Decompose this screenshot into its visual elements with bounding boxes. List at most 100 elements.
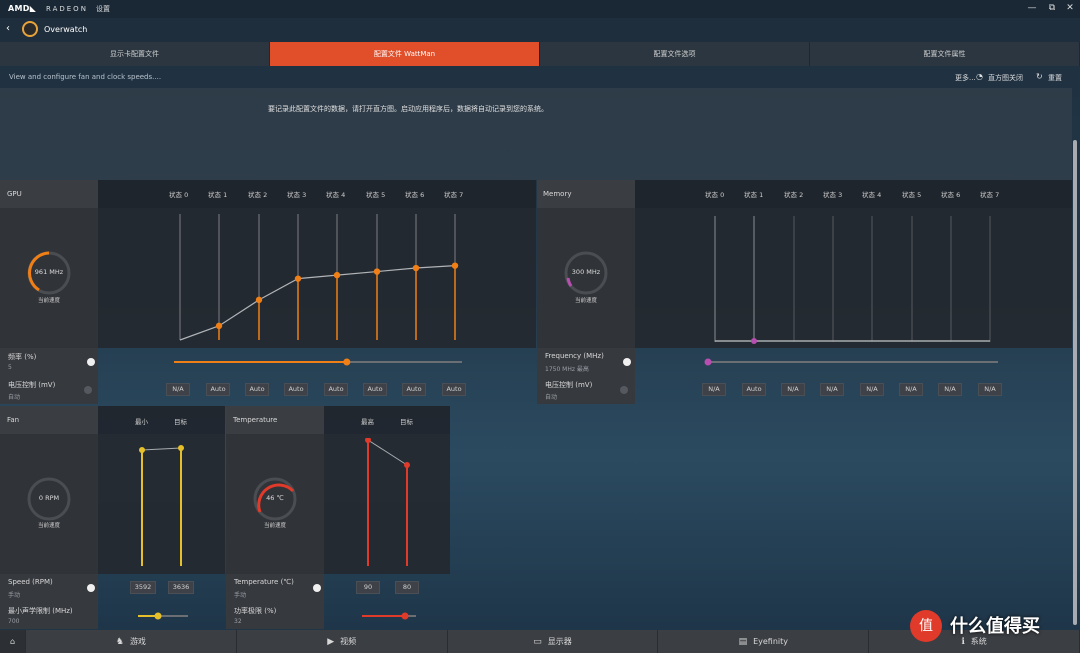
close-button[interactable]: ✕ (1063, 2, 1077, 14)
tab-wattman[interactable]: 配置文件 WattMan (270, 42, 540, 66)
memory-state-label: 状态 5 (902, 191, 922, 199)
memory-freq-toggle[interactable] (623, 358, 631, 366)
watermark-text: 什么值得买 (950, 616, 1040, 637)
gauge-icon: ◔ (976, 72, 983, 81)
nav-eyefinity[interactable]: ▤ Eyefinity (658, 630, 870, 653)
tab-gpu-profile[interactable]: 显示卡配置文件 (0, 42, 270, 66)
gpu-volt-label: 电压控制 (mV) (8, 381, 56, 389)
fan-target-point (178, 445, 184, 451)
gpu-state-label: 状态 6 (405, 191, 425, 199)
fan-states-header (98, 406, 225, 434)
temp-curve[interactable] (354, 438, 424, 570)
gpu-clock-curve[interactable] (170, 212, 470, 344)
gpu-volt-toggle[interactable] (84, 386, 92, 394)
memory-volt-box[interactable]: N/A (938, 383, 962, 396)
back-arrow-icon[interactable]: ‹ (6, 23, 10, 34)
gpu-state-label: 状态 2 (248, 191, 268, 199)
fan-min-label: 最小 (135, 418, 148, 426)
reset-button[interactable]: 重置 (1048, 73, 1062, 83)
memory-clock-curve[interactable] (705, 212, 1005, 344)
temp-max-box[interactable]: 90 (356, 581, 380, 594)
gpu-state-label: 状态 7 (444, 191, 464, 199)
power-label: 功率极限 (%) (234, 607, 277, 615)
gpu-freq-toggle[interactable] (87, 358, 95, 366)
memory-volt-toggle[interactable] (620, 386, 628, 394)
gpu-state-label: 状态 4 (326, 191, 346, 199)
power-value: 32 (234, 618, 242, 625)
scrollbar-thumb[interactable] (1073, 140, 1077, 625)
gpu-volt-box[interactable]: Auto (284, 383, 308, 396)
memory-volt-box[interactable]: N/A (702, 383, 726, 396)
fan-speed-value: 手动 (8, 592, 21, 599)
nav-display-label: 显示器 (547, 637, 572, 646)
gpu-volt-box[interactable]: Auto (206, 383, 230, 396)
gpu-state-point (373, 268, 381, 275)
gpu-state-point (294, 275, 302, 282)
restore-button[interactable]: ⧉ (1045, 2, 1059, 14)
temp-max-point (365, 438, 371, 443)
gpu-volt-value: 自动 (8, 394, 21, 401)
fan-min-rpm-box[interactable]: 3592 (130, 581, 156, 594)
gpu-volt-box[interactable]: Auto (363, 383, 387, 396)
memory-freq-label: Frequency (MHz) (545, 352, 604, 360)
game-title: Overwatch (44, 25, 88, 34)
fan-target-rpm-box[interactable]: 3636 (168, 581, 194, 594)
fan-curve[interactable] (128, 438, 198, 570)
amd-logo: AMD◣ (8, 4, 37, 13)
gpu-state-label: 状态 3 (287, 191, 307, 199)
memory-gauge-value: 300 MHz (571, 268, 601, 276)
gpu-state-point (333, 271, 341, 279)
temp-target-box[interactable]: 80 (395, 581, 419, 594)
memory-state-label: 状态 1 (744, 191, 764, 199)
memory-state-label: 状态 4 (862, 191, 882, 199)
profile-tabs: 显示卡配置文件 配置文件 WattMan 配置文件选项 配置文件属性 (0, 42, 1080, 66)
memory-volt-box[interactable]: N/A (781, 383, 805, 396)
histogram-toggle[interactable]: 直方图关闭 (988, 73, 1023, 83)
gpu-state-label: 状态 0 (169, 191, 189, 199)
gpu-volt-box[interactable]: Auto (402, 383, 426, 396)
gamepad-icon: ♞ (115, 636, 124, 647)
memory-volt-box[interactable]: N/A (899, 383, 923, 396)
more-link[interactable]: 更多... (955, 73, 976, 83)
memory-volt-box[interactable]: N/A (820, 383, 844, 396)
radeon-wordmark: RADEON (46, 5, 88, 13)
memory-volt-box[interactable]: Auto (742, 383, 766, 396)
gpu-volt-box[interactable]: Auto (442, 383, 466, 396)
memory-states-header (635, 180, 1072, 208)
memory-volt-box[interactable]: N/A (860, 383, 884, 396)
temp-label: Temperature (℃) (234, 578, 294, 586)
temp-toggle[interactable] (313, 584, 321, 592)
memory-freq-slider[interactable] (704, 356, 1000, 368)
gpu-states-header (98, 180, 536, 208)
fan-acoustic-slider[interactable] (136, 610, 190, 622)
power-limit-slider[interactable] (360, 610, 418, 622)
memory-volt-value: 自动 (545, 394, 558, 401)
tab-profile-options[interactable]: 配置文件选项 (540, 42, 810, 66)
gpu-title: GPU (7, 190, 22, 198)
nav-eyefinity-label: Eyefinity (753, 637, 788, 646)
gpu-volt-box[interactable]: Auto (324, 383, 348, 396)
gpu-state-label: 状态 5 (366, 191, 386, 199)
temp-mode-value: 手动 (234, 592, 247, 599)
gpu-curve-line (179, 265, 456, 341)
nav-display[interactable]: ▭ 显示器 (448, 630, 659, 653)
temp-states-header (324, 406, 450, 434)
info-text: View and configure fan and clock speeds.… (9, 73, 162, 81)
tab-profile-properties[interactable]: 配置文件属性 (810, 42, 1080, 66)
fan-acoustic-value: 700 (8, 618, 20, 625)
home-button[interactable]: ⌂ (0, 630, 26, 653)
gpu-volt-box[interactable]: N/A (166, 383, 190, 396)
fan-speed-label: Speed (RPM) (8, 578, 53, 586)
gpu-volt-box[interactable]: Auto (245, 383, 269, 396)
memory-state1-point (751, 338, 757, 344)
nav-gaming[interactable]: ♞ 游戏 (26, 630, 237, 653)
memory-state-label: 状态 7 (980, 191, 1000, 199)
memory-volt-box[interactable]: N/A (978, 383, 1002, 396)
gpu-gauge-caption: 当前速度 (37, 298, 60, 304)
gpu-freq-slider[interactable] (170, 356, 466, 368)
fan-speed-toggle[interactable] (87, 584, 95, 592)
minimize-button[interactable]: — (1025, 2, 1039, 14)
temp-gauge-caption: 当前速度 (263, 523, 286, 529)
nav-video[interactable]: ▶ 视频 (237, 630, 448, 653)
fan-min-point (139, 447, 145, 453)
